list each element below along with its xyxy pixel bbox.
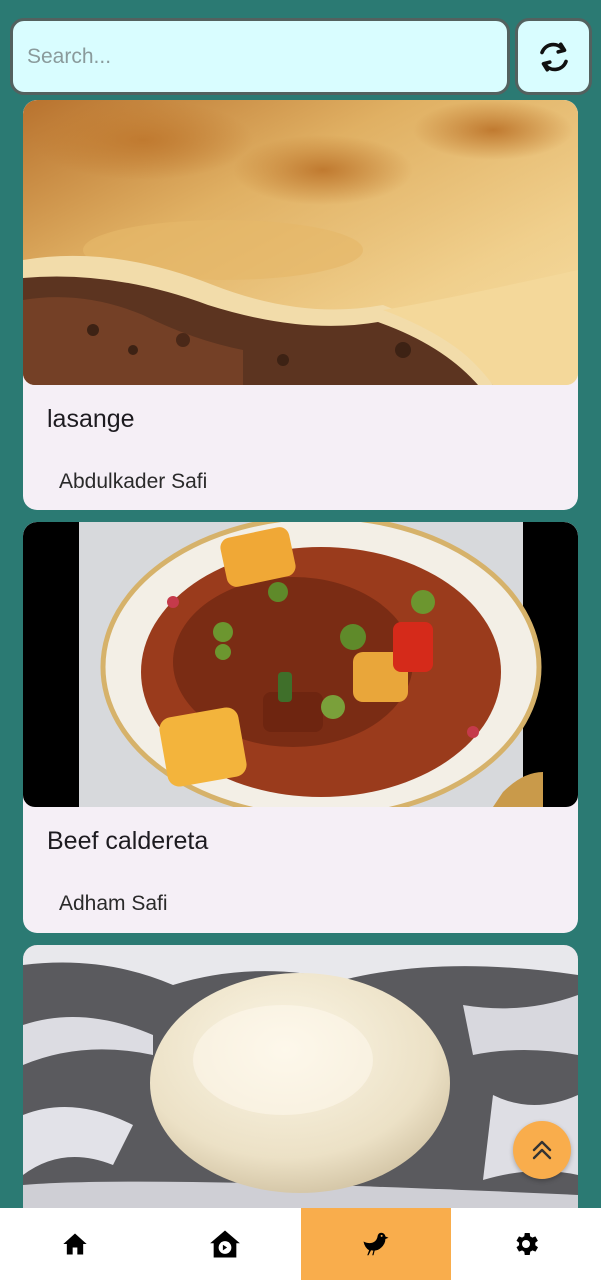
dough-photo [23, 945, 578, 1208]
house-recipe-icon [210, 1230, 241, 1258]
recipe-card[interactable] [23, 945, 578, 1208]
nav-item-settings[interactable] [451, 1208, 601, 1280]
refresh-icon [539, 41, 568, 72]
double-chevron-up-icon [532, 1140, 552, 1160]
bottom-nav [0, 1208, 601, 1280]
recipe-title: Beef caldereta [47, 827, 209, 855]
refresh-button[interactable] [515, 18, 592, 95]
beef-stew-photo [23, 522, 578, 807]
recipe-title: lasange [47, 405, 135, 433]
scroll-top-button[interactable] [513, 1121, 571, 1179]
recipe-card[interactable]: lasange Abdulkader Safi [23, 100, 578, 510]
chicken-icon [363, 1232, 389, 1256]
search-bar[interactable] [10, 18, 510, 95]
recipe-author: Abdulkader Safi [59, 470, 208, 493]
nav-item-chicken[interactable] [300, 1208, 451, 1280]
search-input[interactable] [27, 44, 493, 69]
top-bar [0, 0, 601, 100]
recipe-author: Adham Safi [59, 892, 168, 915]
home-icon [63, 1233, 87, 1255]
recipe-card[interactable]: Beef caldereta Adham Safi [23, 522, 578, 933]
nav-item-home[interactable] [0, 1208, 150, 1280]
lasagna-photo [23, 100, 578, 385]
gear-icon [516, 1233, 538, 1255]
nav-item-recipes-home[interactable] [150, 1208, 300, 1280]
